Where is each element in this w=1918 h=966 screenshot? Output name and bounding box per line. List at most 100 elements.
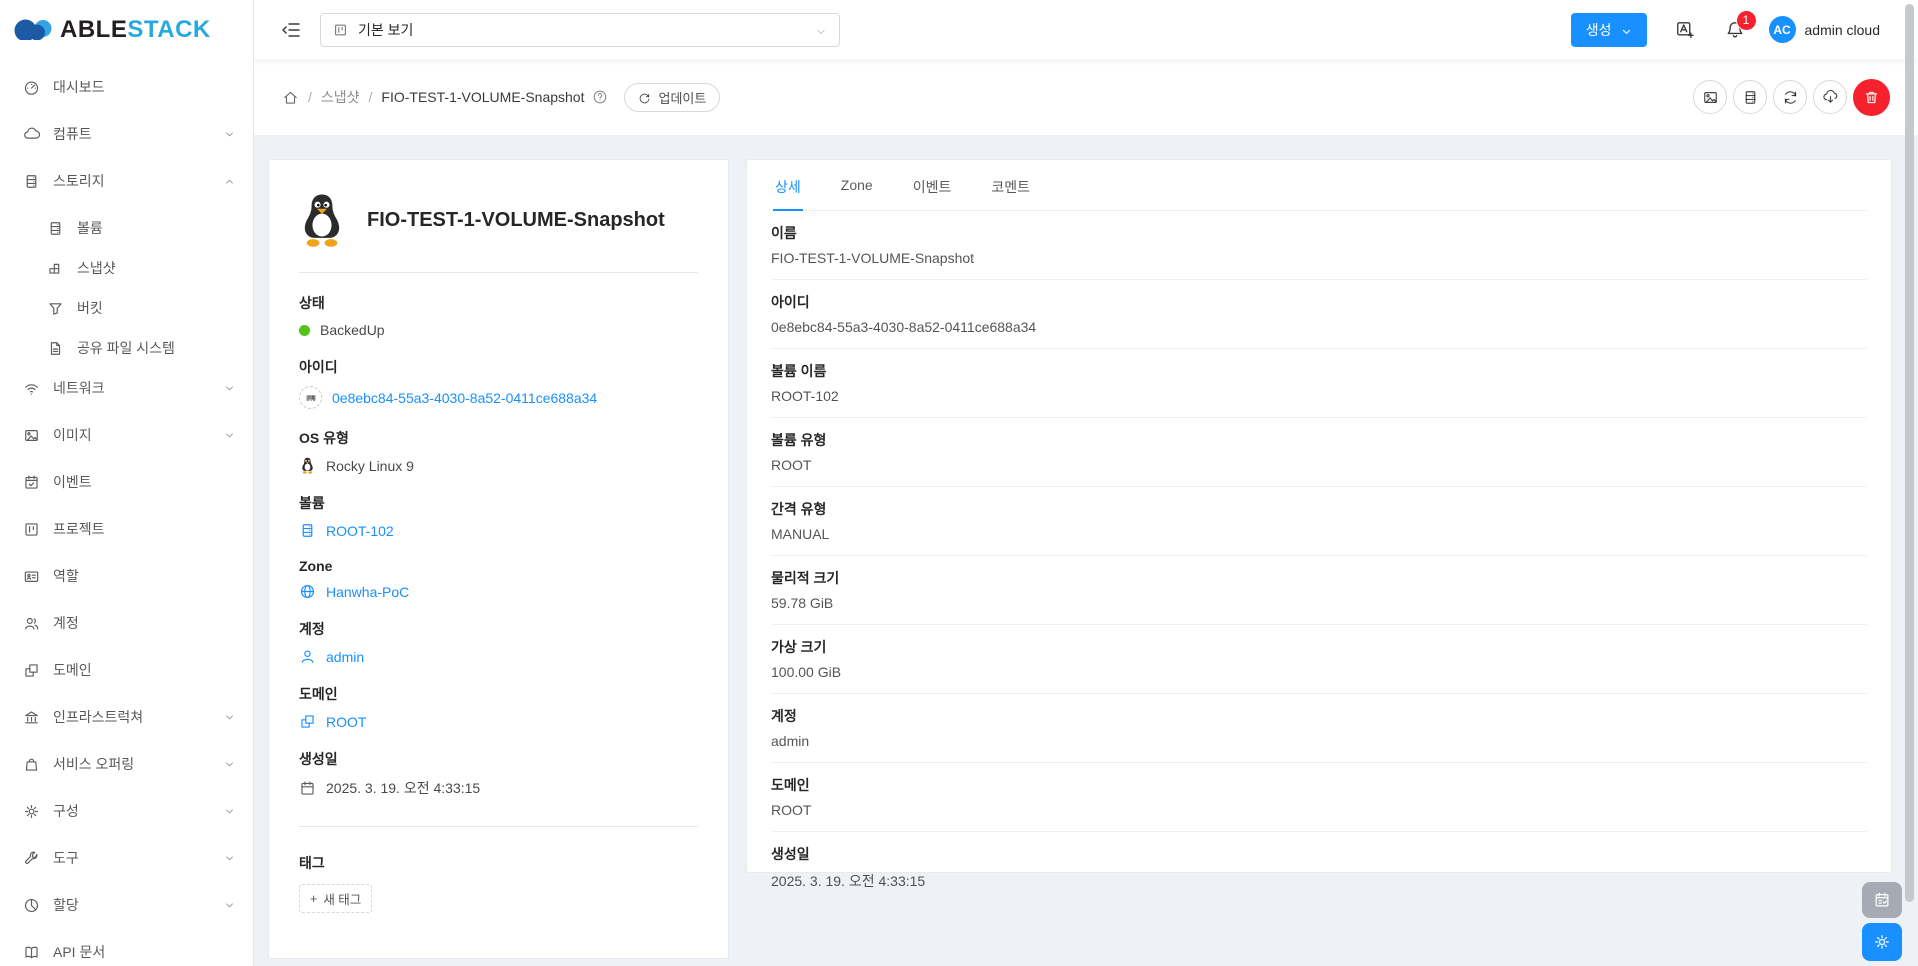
create-template-button[interactable] (1693, 80, 1727, 114)
detail-tabs: 상세 Zone 이벤트 코멘트 (771, 162, 1867, 211)
tab-events[interactable]: 이벤트 (911, 162, 954, 210)
sidebar-item-images[interactable]: 이미지 (0, 415, 253, 455)
sidebar-item-quota[interactable]: 할당 (0, 885, 253, 925)
detail-rows: 이름FIO-TEST-1-VOLUME-Snapshot아이디0e8ebc84-… (771, 211, 1867, 904)
tags-label: 태그 (299, 853, 698, 873)
field-value-text: BackedUp (320, 322, 385, 338)
row-value: 2025. 3. 19. 오전 4:33:15 (771, 871, 1867, 891)
account-icon (23, 615, 40, 632)
chevron-down-icon (224, 806, 235, 817)
detail-row: 이름FIO-TEST-1-VOLUME-Snapshot (771, 211, 1867, 280)
field-label: 생성일 (299, 749, 698, 769)
username[interactable]: admin cloud (1805, 22, 1881, 38)
sidebar-item-dashboard[interactable]: 대시보드 (0, 67, 253, 107)
ablestack-cloud-icon (12, 16, 56, 44)
field-value-text[interactable]: Hanwha-PoC (326, 584, 409, 600)
sidebar-item-snapshots[interactable]: 스냅샷 (0, 248, 253, 288)
sidebar-item-events[interactable]: 이벤트 (0, 462, 253, 502)
settings-button[interactable] (1862, 923, 1902, 961)
sidebar-item-tools[interactable]: 도구 (0, 838, 253, 878)
sidebar-item-label: 계정 (53, 613, 79, 633)
field-zone: ZoneHanwha-PoC (299, 558, 698, 600)
brand-text: ABLESTACK (60, 16, 211, 44)
tab-zone[interactable]: Zone (839, 162, 875, 210)
question-circle-icon[interactable] (592, 89, 608, 105)
sidebar-item-label: 컴퓨트 (53, 124, 92, 144)
overview-fields: 상태BackedUp아이디0e8ebc84-55a3-4030-8a52-041… (299, 273, 698, 798)
breadcrumb-bar: / 스냅샷 / FIO-TEST-1-VOLUME-Snapshot 업데이트 (254, 59, 1918, 135)
chevron-down-icon (224, 383, 235, 394)
field-uuid: 아이디0e8ebc84-55a3-4030-8a52-0411ce688a34 (299, 357, 698, 409)
sidebar-item-label: API 문서 (53, 942, 105, 962)
delete-icon (1863, 89, 1880, 106)
create-volume-button[interactable] (1733, 80, 1767, 114)
row-label: 계정 (771, 706, 1867, 726)
update-button[interactable]: 업데이트 (624, 83, 720, 112)
create-button[interactable]: 생성 (1571, 13, 1647, 47)
tab-details[interactable]: 상세 (773, 162, 803, 210)
field-value-text[interactable]: ROOT (326, 714, 366, 730)
breadcrumb-section[interactable]: 스냅샷 (321, 87, 360, 107)
sidebar-item-api-doc[interactable]: API 문서 (0, 932, 253, 966)
sidebar-item-label: 인프라스트럭쳐 (53, 707, 143, 727)
field-value-text: Rocky Linux 9 (326, 458, 414, 474)
chevron-down-icon (224, 759, 235, 770)
sidebar-item-compute[interactable]: 컴퓨트 (0, 114, 253, 154)
page-scrollbar[interactable] (1905, 4, 1914, 902)
row-label: 생성일 (771, 844, 1867, 864)
plus-icon: + (310, 892, 317, 906)
field-value-text: 2025. 3. 19. 오전 4:33:15 (326, 778, 480, 798)
sidebar-item-label: 도메인 (53, 660, 92, 680)
sidebar-item-storage[interactable]: 스토리지 (0, 161, 253, 201)
sidebar-item-accounts[interactable]: 계정 (0, 603, 253, 643)
row-label: 이름 (771, 223, 1867, 243)
new-tag-button[interactable]: + 새 태그 (299, 884, 372, 913)
view-selector[interactable]: 기본 보기 (320, 13, 840, 47)
chevron-down-icon (1621, 24, 1632, 35)
sidebar-item-network[interactable]: 네트워크 (0, 368, 253, 408)
sidebar-item-shared-filesystem[interactable]: 공유 파일 시스템 (0, 328, 253, 368)
detail-row: 물리적 크기59.78 GiB (771, 556, 1867, 625)
sidebar-item-projects[interactable]: 프로젝트 (0, 509, 253, 549)
avatar[interactable]: AC (1769, 16, 1796, 43)
field-value-text[interactable]: admin (326, 649, 364, 665)
sidebar-item-label: 볼륨 (77, 218, 103, 238)
notifications-button[interactable]: 1 (1725, 20, 1745, 40)
sidebar-item-volumes[interactable]: 볼륨 (0, 208, 253, 248)
row-value: ROOT (771, 457, 1867, 473)
download-snapshot-button[interactable] (1813, 80, 1847, 114)
sidebar-item-label: 버킷 (77, 298, 103, 318)
field-value-text[interactable]: 0e8ebc84-55a3-4030-8a52-0411ce688a34 (332, 390, 597, 406)
chevron-up-icon (224, 176, 235, 187)
delete-snapshot-button[interactable] (1853, 79, 1890, 116)
sidebar-item-buckets[interactable]: 버킷 (0, 288, 253, 328)
revert-snapshot-button[interactable] (1773, 80, 1807, 114)
sidebar-item-service-offerings[interactable]: 서비스 오퍼링 (0, 744, 253, 784)
sidebar-item-configuration[interactable]: 구성 (0, 791, 253, 831)
picture-icon (1702, 89, 1719, 106)
home-icon[interactable] (282, 89, 299, 106)
translate-icon[interactable] (1675, 20, 1695, 40)
tux-os-logo (299, 192, 345, 248)
field-value: ROOT-102 (299, 522, 698, 539)
detail-row: 가상 크기100.00 GiB (771, 625, 1867, 694)
sidebar-item-infrastructure[interactable]: 인프라스트럭쳐 (0, 697, 253, 737)
tab-comments[interactable]: 코멘트 (989, 162, 1032, 210)
event-timeline-button[interactable] (1862, 882, 1902, 918)
breadcrumb-separator: / (308, 89, 312, 105)
tools-icon (23, 850, 40, 867)
sidebar-item-roles[interactable]: 역할 (0, 556, 253, 596)
ablestack-logo[interactable]: ABLESTACK (0, 0, 253, 59)
field-value-text[interactable]: ROOT-102 (326, 523, 394, 539)
sidebar-item-label: 네트워크 (53, 378, 105, 398)
breadcrumb-separator: / (369, 89, 373, 105)
sidebar-item-domains[interactable]: 도메인 (0, 650, 253, 690)
api-doc-icon (23, 944, 40, 961)
row-label: 볼륨 유형 (771, 430, 1867, 450)
field-created: 생성일 2025. 3. 19. 오전 4:33:15 (299, 749, 698, 798)
menu-fold-icon[interactable] (280, 19, 302, 41)
row-label: 도메인 (771, 775, 1867, 795)
detail-row: 간격 유형MANUAL (771, 487, 1867, 556)
overview-card: FIO-TEST-1-VOLUME-Snapshot 상태BackedUp아이디… (268, 159, 729, 959)
field-value: Rocky Linux 9 (299, 457, 698, 474)
